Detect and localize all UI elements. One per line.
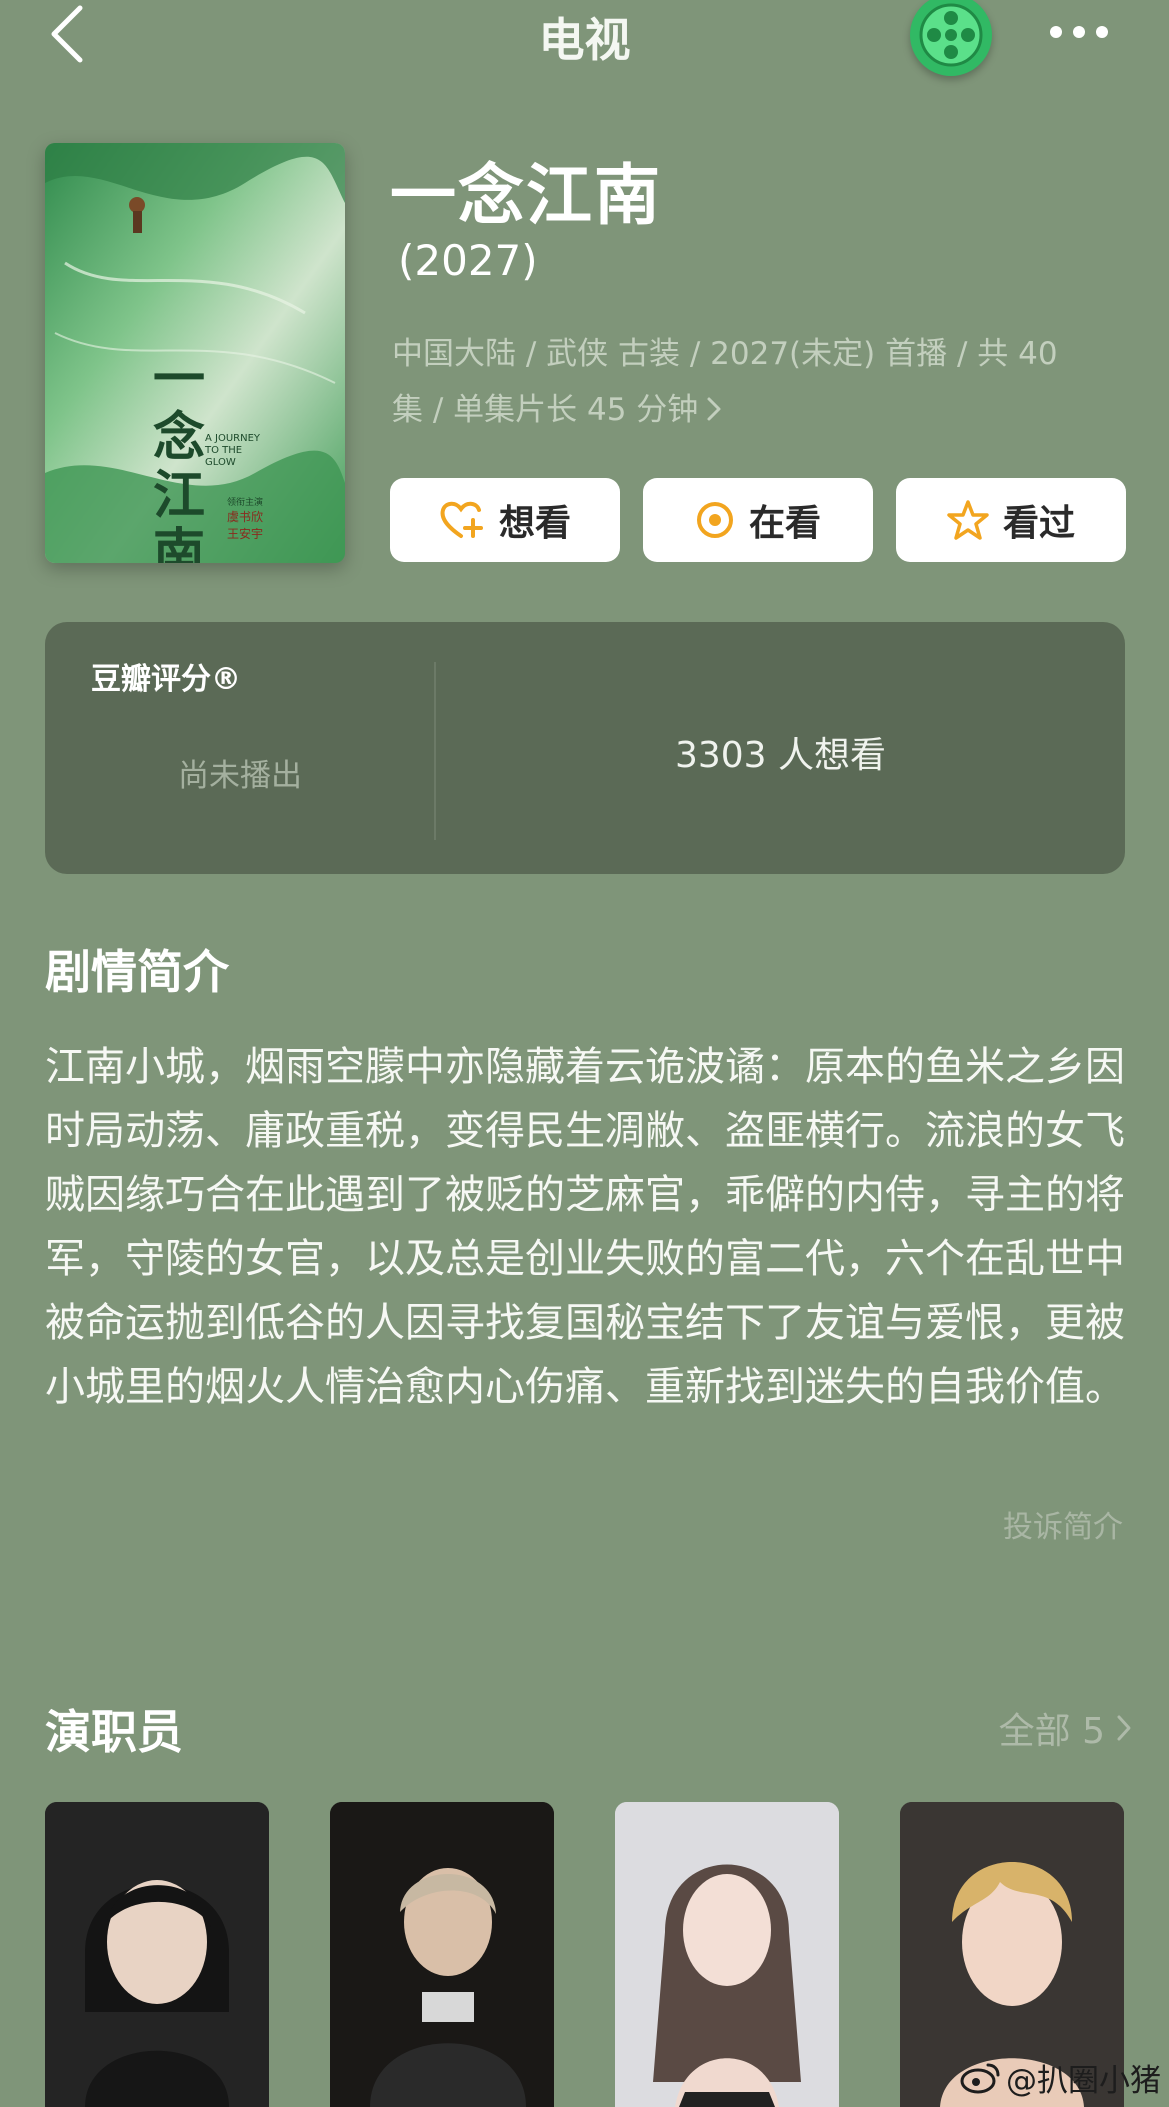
heart-plus-icon [440, 501, 483, 538]
poster-credit-line: 虞书欣 [227, 510, 264, 524]
chevron-right-icon [707, 397, 721, 420]
synopsis-text: 江南小城，烟雨空朦中亦隐藏着云诡波谲：原本的鱼米之乡因时局动荡、庸政重税，变得民… [45, 1044, 1125, 1410]
cast-heading: 演职员 [45, 1705, 183, 1759]
weibo-watermark: @扒圈小猪 [960, 2055, 1161, 2100]
chevron-right-icon [1117, 1715, 1131, 1741]
meta-line-2: 集 / 单集片长 45 分钟 [392, 392, 699, 428]
douban-rating-label: 豆瓣评分® [91, 662, 241, 697]
rating-card: 豆瓣评分® 尚未播出 3303 人想看 [45, 622, 1125, 874]
app-logo-button[interactable] [910, 0, 992, 76]
show-title: 一念江南 [390, 157, 662, 234]
poster-credits: 领衔主演 虞书欣 王安宇 [227, 495, 287, 542]
top-bar: 电视 [0, 0, 1169, 80]
watching-label: 在看 [748, 503, 821, 544]
cast-card[interactable] [330, 1802, 554, 2107]
cast-view-all-link[interactable]: 全部 5 [999, 1702, 1133, 1754]
meta-line-1: 中国大陆 / 武侠 古装 / 2027(未定) 首播 / 共 40 [392, 336, 1058, 372]
cast-photo [330, 1802, 554, 2107]
target-circle-icon [696, 502, 733, 538]
show-year: (2027) [398, 236, 538, 285]
poster-credit-line: 领衔主演 [227, 498, 264, 508]
watermark-text: @扒圈小猪 [1006, 2063, 1161, 2099]
wish-count: 3303 人想看 [674, 735, 887, 776]
cast-photo [615, 1802, 839, 2107]
watching-button[interactable]: 在看 [643, 478, 873, 562]
cast-photo [45, 1802, 269, 2107]
synopsis-heading: 剧情简介 [45, 945, 229, 999]
report-synopsis-link[interactable]: 投诉简介 [1003, 1502, 1123, 1546]
weibo-icon [960, 2063, 1000, 2093]
film-reel-icon [919, 3, 983, 67]
cast-card[interactable] [615, 1802, 839, 2107]
want-to-watch-label: 想看 [498, 503, 571, 544]
more-options-button[interactable] [1044, 12, 1114, 52]
show-meta-info[interactable]: 中国大陆 / 武侠 古装 / 2027(未定) 首播 / 共 40 集 / 单集… [392, 326, 1092, 440]
watched-label: 看过 [1002, 503, 1075, 544]
poster-subtitle: A JOURNEY TO THE GLOW [205, 433, 261, 468]
watched-button[interactable]: 看过 [896, 478, 1126, 562]
page-title: 电视 [538, 13, 631, 67]
poster-credit-line: 王安宇 [227, 527, 264, 541]
star-icon [947, 500, 989, 540]
show-poster[interactable]: 一念江南 A JOURNEY TO THE GLOW 领衔主演 虞书欣 王安宇 [45, 143, 345, 563]
rating-status: 尚未播出 [178, 758, 302, 794]
cast-card[interactable] [45, 1802, 269, 2107]
want-to-watch-button[interactable]: 想看 [390, 478, 620, 562]
ellipsis-icon [1050, 26, 1108, 38]
cast-view-all-label: 全部 5 [998, 1711, 1105, 1752]
